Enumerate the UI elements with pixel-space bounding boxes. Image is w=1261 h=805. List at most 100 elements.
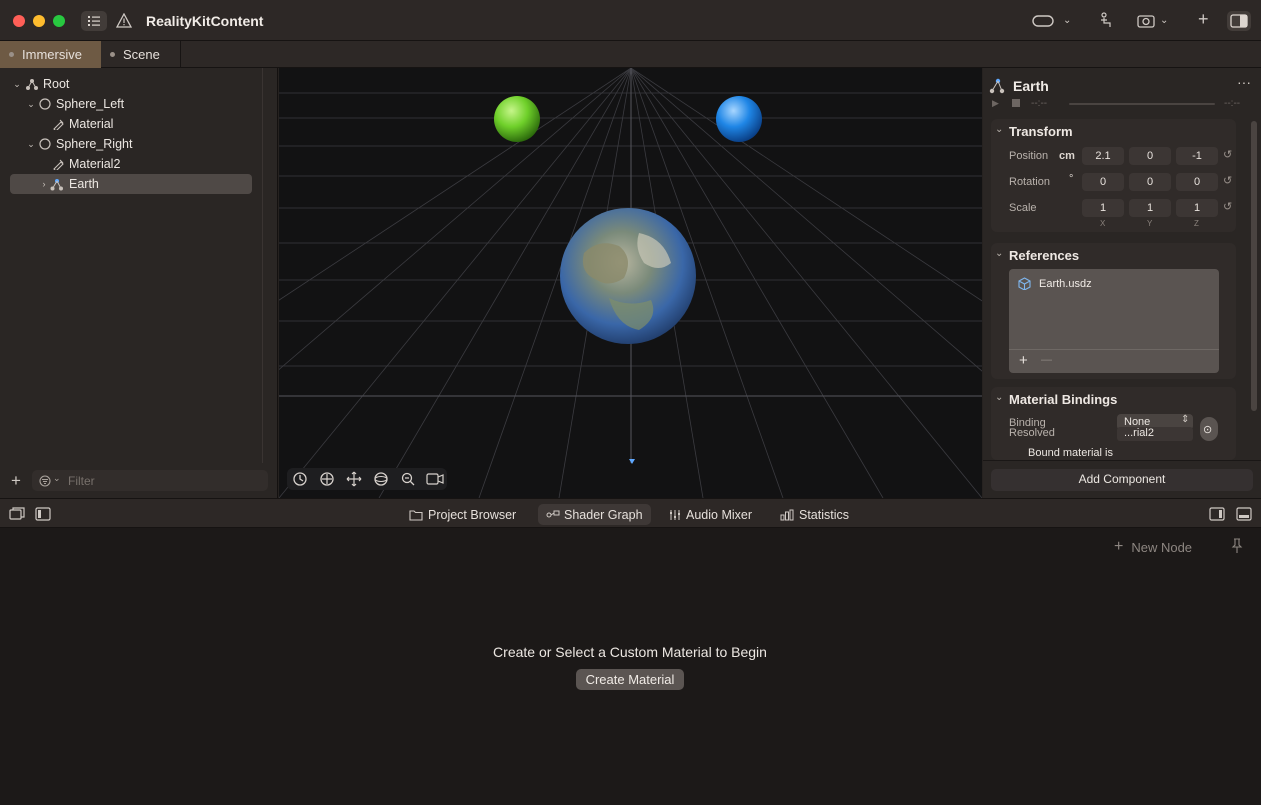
hierarchy-label: Earth <box>69 177 99 191</box>
play-icon[interactable]: ▶ <box>992 98 999 109</box>
rotate-icon[interactable] <box>373 471 389 487</box>
resolved-value: ...rial2 <box>1124 427 1154 439</box>
arrow-right-circle-icon: ⊙ <box>1203 424 1213 436</box>
rotation-y-field[interactable]: 0 <box>1129 173 1171 191</box>
hierarchy-row-material[interactable]: Material <box>10 114 252 134</box>
position-unit[interactable]: cm <box>1059 150 1075 162</box>
reset-icon[interactable]: ↺ <box>1223 148 1232 161</box>
hierarchy-row-root[interactable]: ⌄ Root <box>10 74 252 94</box>
position-label: Position <box>1009 150 1049 162</box>
add-component-button[interactable]: Add Component <box>991 469 1253 491</box>
add-reference-button[interactable]: + <box>1019 352 1028 369</box>
chevron-right-icon[interactable]: › <box>39 179 49 189</box>
sidebar-left-icon[interactable] <box>35 507 51 521</box>
chevron-down-icon[interactable]: ⌄ <box>995 248 1003 259</box>
usdz-file-icon <box>1018 277 1031 290</box>
minimize-window-button[interactable] <box>33 15 45 27</box>
scale-z-field[interactable]: 1 <box>1176 199 1218 217</box>
tab-scene[interactable]: Scene <box>101 41 181 68</box>
unsaved-dot-icon <box>110 52 115 57</box>
headset-icon[interactable] <box>1032 14 1054 28</box>
position-y-field[interactable]: 0 <box>1129 147 1171 165</box>
rotation-x-field[interactable]: 0 <box>1082 173 1124 191</box>
scale-x-field[interactable]: 1 <box>1082 199 1124 217</box>
scene-tab-bar: Immersive Scene <box>0 41 1261 68</box>
sidebar-toggle-button[interactable] <box>81 11 107 31</box>
move-icon[interactable] <box>346 471 362 487</box>
remove-reference-button[interactable]: — <box>1041 354 1052 366</box>
rotation-unit[interactable]: ° <box>1069 173 1073 185</box>
tab-label: Audio Mixer <box>686 507 752 522</box>
add-entity-icon[interactable]: + <box>11 471 21 491</box>
windows-icon[interactable] <box>9 507 25 521</box>
hierarchy-row-material2[interactable]: Material2 <box>10 154 252 174</box>
chevron-down-icon[interactable]: ⌄ <box>1160 13 1168 29</box>
shader-graph-panel[interactable]: + New Node Create or Select a Custom Mat… <box>0 528 1261 805</box>
material-bindings-title: Material Bindings <box>1009 392 1118 407</box>
chevron-down-icon[interactable]: ⌄ <box>995 392 1003 403</box>
tab-project-browser[interactable]: Project Browser <box>401 504 524 525</box>
position-z-field[interactable]: -1 <box>1176 147 1218 165</box>
zoom-window-button[interactable] <box>53 15 65 27</box>
reset-icon[interactable]: ↺ <box>1223 200 1232 213</box>
hierarchy-row-sphere-left[interactable]: ⌄ Sphere_Left <box>10 94 252 114</box>
chevron-down-icon[interactable]: ⌄ <box>1063 13 1071 29</box>
select-icon[interactable] <box>319 471 335 487</box>
entity-icon <box>989 78 1005 94</box>
more-options-icon[interactable]: ··· <box>1237 74 1251 90</box>
bottom-panel-icon[interactable] <box>1236 507 1252 521</box>
hierarchy-row-earth[interactable]: › Earth <box>10 174 252 194</box>
tab-audio-mixer[interactable]: Audio Mixer <box>661 504 760 525</box>
position-x-field[interactable]: 2.1 <box>1082 147 1124 165</box>
play-in-simulator-icon[interactable] <box>1098 12 1116 29</box>
zoom-icon[interactable] <box>400 471 416 487</box>
inspector-toggle-button[interactable] <box>1227 11 1251 31</box>
reference-file[interactable]: Earth.usdz <box>1039 278 1092 290</box>
close-window-button[interactable] <box>13 15 25 27</box>
empty-state-message: Create or Select a Custom Material to Be… <box>493 644 767 660</box>
inspector-scrollbar[interactable] <box>1251 121 1257 411</box>
inspector-divider <box>983 460 1261 461</box>
chevron-down-icon[interactable]: ⌄ <box>995 124 1003 135</box>
warning-icon[interactable] <box>116 13 132 28</box>
tab-immersive[interactable]: Immersive <box>0 41 101 68</box>
orbit-icon[interactable] <box>292 471 308 487</box>
camera-icon[interactable] <box>1137 13 1155 28</box>
hierarchy-row-sphere-right[interactable]: ⌄ Sphere_Right <box>10 134 252 154</box>
pin-icon[interactable] <box>1231 538 1243 554</box>
playback-scrubber[interactable] <box>1069 103 1215 105</box>
add-icon: + <box>1114 538 1124 555</box>
rotation-z-field[interactable]: 0 <box>1176 173 1218 191</box>
camera-view-icon[interactable] <box>426 472 444 486</box>
go-to-material-button[interactable]: ⊙ <box>1200 417 1218 441</box>
3d-viewport[interactable] <box>279 68 982 498</box>
sidebar-right-icon[interactable] <box>1209 507 1225 521</box>
create-material-button[interactable]: Create Material <box>576 669 684 690</box>
tab-label: Shader Graph <box>564 507 643 522</box>
stop-icon[interactable] <box>1012 99 1020 107</box>
node-graph-icon <box>546 510 560 517</box>
material-icon <box>53 119 64 130</box>
sphere-left-object[interactable] <box>494 96 540 142</box>
tab-shader-graph[interactable]: Shader Graph <box>538 504 651 525</box>
updown-chevron-icon: ⇕ <box>1181 414 1190 425</box>
entity-icon <box>26 79 38 90</box>
chevron-down-icon[interactable]: ⌄ <box>26 99 36 110</box>
filter-field[interactable]: ⌄ Filter <box>32 470 268 491</box>
references-list: Earth.usdz + — <box>1009 269 1219 373</box>
new-node-button[interactable]: + New Node <box>1114 538 1192 556</box>
material-bindings-section: ⌄ Material Bindings Binding Resolved Non… <box>991 387 1236 460</box>
chevron-down-icon[interactable]: ⌄ <box>26 139 36 150</box>
scale-y-field[interactable]: 1 <box>1129 199 1171 217</box>
hierarchy-scrollbar[interactable] <box>262 68 263 463</box>
sphere-icon <box>39 138 51 150</box>
add-icon[interactable]: + <box>1198 10 1209 28</box>
axis-x-label: X <box>1100 219 1106 228</box>
filter-icon <box>39 475 51 487</box>
tab-statistics[interactable]: Statistics <box>772 504 857 525</box>
scale-label: Scale <box>1009 202 1037 214</box>
sphere-right-object[interactable] <box>716 96 762 142</box>
axis-y-label: Y <box>1147 219 1153 228</box>
reset-icon[interactable]: ↺ <box>1223 174 1232 187</box>
chevron-down-icon[interactable]: ⌄ <box>12 79 22 90</box>
